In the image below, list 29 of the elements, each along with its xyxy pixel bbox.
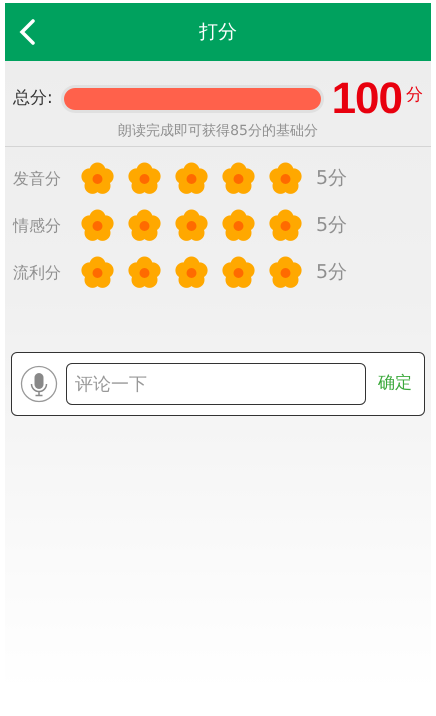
comment-input[interactable]: 评论一下 [66,363,366,405]
flower-icon[interactable] [269,209,302,242]
page-title: 打分 [199,20,237,45]
flower-icon[interactable] [81,209,114,242]
total-score-label: 总分: [13,87,53,110]
rating-label: 流利分 [13,262,62,284]
flower-icon[interactable] [81,256,114,289]
rating-label: 发音分 [13,168,62,190]
flower-icon[interactable] [128,209,161,242]
rating-score: 5分 [316,213,348,238]
rating-score: 5分 [316,260,348,286]
flower-icon[interactable] [269,162,302,195]
flower-icon[interactable] [81,162,114,195]
base-score-note: 朗读完成即可获得85分的基础分 [117,122,319,141]
flower-icon[interactable] [128,256,161,289]
flower-icon[interactable] [222,256,255,289]
score-unit: 分 [406,84,423,107]
flower-icon[interactable] [128,162,161,195]
flower-icon[interactable] [269,256,302,289]
rating-label: 情感分 [13,214,62,236]
microphone-icon[interactable] [20,365,58,403]
flower-icon[interactable] [175,162,208,195]
flower-icon[interactable] [222,162,255,195]
confirm-button[interactable]: 确定 [374,371,416,397]
total-score: 100 [332,77,402,121]
flower-icon[interactable] [175,209,208,242]
rating-score: 5分 [316,166,348,192]
flower-icon[interactable] [175,256,208,289]
flower-icon[interactable] [222,209,255,242]
